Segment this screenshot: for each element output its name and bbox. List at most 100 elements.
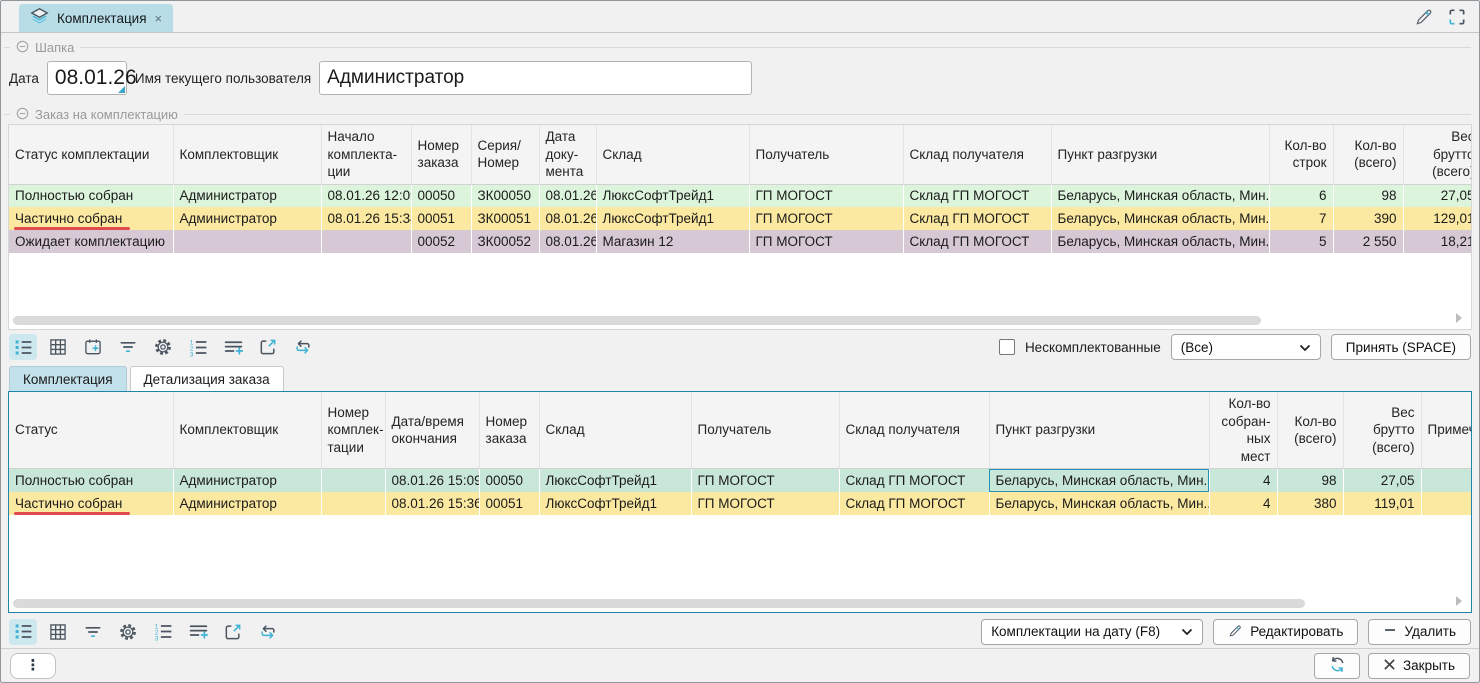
- settings-gear-icon[interactable]: [114, 619, 142, 645]
- layers-icon: [30, 8, 49, 28]
- edit-button[interactable]: Редактировать: [1213, 619, 1358, 645]
- cell-status[interactable]: Ожидает комплектацию: [9, 230, 173, 253]
- col-weight-total[interactable]: Вес брутто (всего): [1403, 125, 1472, 184]
- col-warehouse[interactable]: Склад: [539, 392, 691, 469]
- settings-gear-icon[interactable]: [149, 334, 177, 360]
- repeat-icon[interactable]: [254, 619, 282, 645]
- col-picker[interactable]: Комплектовщик: [173, 392, 321, 469]
- col-receiver[interactable]: Получатель: [749, 125, 903, 184]
- col-order-number[interactable]: Номер заказа: [411, 125, 471, 184]
- collapse-icon[interactable]: [16, 40, 29, 56]
- edit-pencil-icon[interactable]: [1414, 7, 1434, 32]
- list-view-icon[interactable]: [9, 334, 37, 360]
- col-receiver-warehouse[interactable]: Склад получателя: [903, 125, 1051, 184]
- horizontal-scrollbar[interactable]: [13, 599, 1305, 608]
- order-row-partially-assembled[interactable]: Частично собран Администратор 08.01.26 1…: [9, 207, 1472, 230]
- scroll-right-arrow[interactable]: [1456, 596, 1462, 606]
- document-tabstrip: Комплектация ×: [1, 1, 1479, 33]
- detail-tabstrip: Комплектация Детализация заказа: [1, 364, 1479, 391]
- list-view-icon[interactable]: [9, 619, 37, 645]
- col-receiver[interactable]: Получатель: [691, 392, 839, 469]
- section-title: Шапка: [35, 40, 74, 55]
- col-picking-number[interactable]: Номер комплек- тации: [321, 392, 385, 469]
- refresh-icon: [1328, 655, 1347, 677]
- chevron-down-icon: [1299, 340, 1311, 355]
- collapse-icon[interactable]: [16, 107, 29, 123]
- section-title: Заказ на комплектацию: [35, 107, 178, 122]
- numbered-list-icon[interactable]: 123: [184, 334, 212, 360]
- col-unload-point[interactable]: Пункт разгрузки: [989, 392, 1209, 469]
- col-weight-total[interactable]: Вес брутто (всего): [1343, 392, 1421, 469]
- cell-status[interactable]: Полностью собран: [9, 469, 173, 492]
- picking-table-container: Статус Комплектовщик Номер комплек- таци…: [8, 391, 1472, 613]
- fullscreen-icon[interactable]: [1447, 7, 1467, 32]
- more-actions-button[interactable]: ⋮: [10, 653, 56, 679]
- col-order-number[interactable]: Номер заказа: [479, 392, 539, 469]
- footer-bar: ⋮ Закрыть: [1, 648, 1479, 682]
- more-vertical-icon: ⋮: [26, 658, 41, 673]
- grid-view-icon[interactable]: [44, 619, 72, 645]
- numbered-list-icon[interactable]: 123: [149, 619, 177, 645]
- col-picker[interactable]: Комплектовщик: [173, 125, 321, 184]
- cell-status[interactable]: Частично собран: [9, 492, 173, 515]
- tab-title: Комплектация: [57, 11, 147, 26]
- calendar-add-icon[interactable]: [79, 334, 107, 360]
- grid-view-icon[interactable]: [44, 334, 72, 360]
- col-qty-total[interactable]: Кол-во (всего): [1333, 125, 1403, 184]
- col-doc-date[interactable]: Дата доку- мента: [539, 125, 596, 184]
- col-status[interactable]: Статус комплектации: [9, 125, 173, 184]
- uncompleted-checkbox[interactable]: [999, 339, 1015, 355]
- uncompleted-checkbox-label[interactable]: Нескомплектованные: [1025, 340, 1161, 355]
- order-row-fully-assembled[interactable]: Полностью собран Администратор 08.01.26 …: [9, 184, 1472, 207]
- col-receiver-warehouse[interactable]: Склад получателя: [839, 392, 989, 469]
- col-picking-start[interactable]: Начало комплекта- ции: [321, 125, 411, 184]
- filter-icon[interactable]: [79, 619, 107, 645]
- tab-komplektacia[interactable]: Комплектация ×: [19, 4, 173, 32]
- close-x-icon: [1383, 658, 1396, 674]
- add-row-icon[interactable]: [184, 619, 212, 645]
- open-external-icon[interactable]: [254, 334, 282, 360]
- order-section-label: Заказ на комплектацию: [1, 105, 1479, 124]
- col-series-number[interactable]: Серия/ Номер: [471, 125, 539, 184]
- user-label: Имя текущего пользователя: [135, 71, 311, 86]
- cell-status[interactable]: Полностью собран: [9, 184, 173, 207]
- header-section-label: Шапка: [1, 38, 1479, 57]
- col-status[interactable]: Статус: [9, 392, 173, 469]
- picking-row-fully-assembled[interactable]: Полностью собран Администратор 08.01.26 …: [9, 469, 1472, 492]
- svg-text:3: 3: [189, 351, 193, 357]
- repeat-icon[interactable]: [289, 334, 317, 360]
- col-warehouse[interactable]: Склад: [596, 125, 749, 184]
- col-line-count[interactable]: Кол-во строк: [1269, 125, 1333, 184]
- tab-close-icon[interactable]: ×: [155, 11, 163, 26]
- col-note[interactable]: Примечание: [1421, 392, 1472, 469]
- minus-icon: [1383, 623, 1397, 640]
- current-user-input[interactable]: Администратор: [319, 61, 752, 95]
- filter-select[interactable]: (Все): [1171, 334, 1321, 360]
- order-row-awaiting-picking[interactable]: Ожидает комплектацию 00052 ЗК00052 08.01…: [9, 230, 1472, 253]
- tab-order-details[interactable]: Детализация заказа: [130, 366, 284, 391]
- order-toolbar: 123 Нескомплектованные (Все) Принять (SP…: [1, 330, 1479, 364]
- picking-row-partially-assembled[interactable]: Частично собран Администратор 08.01.26 1…: [9, 492, 1472, 515]
- open-external-icon[interactable]: [219, 619, 247, 645]
- app-window: Комплектация × Шапка Дата 08.01.26 Имя т…: [0, 0, 1480, 683]
- delete-button[interactable]: Удалить: [1368, 619, 1471, 645]
- order-table: Статус комплектации Комплектовщик Начало…: [9, 125, 1472, 253]
- close-button[interactable]: Закрыть: [1368, 653, 1470, 679]
- col-assembled-places[interactable]: Кол-во собран- ных мест: [1209, 392, 1277, 469]
- date-label: Дата: [9, 71, 39, 86]
- filter-icon[interactable]: [114, 334, 142, 360]
- tab-picking[interactable]: Комплектация: [9, 366, 127, 391]
- picking-table: Статус Комплектовщик Номер комплек- таци…: [9, 392, 1472, 515]
- refresh-button[interactable]: [1314, 653, 1360, 679]
- date-input[interactable]: 08.01.26: [47, 61, 127, 95]
- scroll-right-arrow[interactable]: [1456, 313, 1462, 323]
- col-finish-datetime[interactable]: Дата/время окончания: [385, 392, 479, 469]
- picking-mode-select[interactable]: Комплектации на дату (F8): [981, 619, 1203, 645]
- horizontal-scrollbar[interactable]: [13, 316, 1261, 325]
- focused-cell[interactable]: Беларусь, Минская область, Мин...: [989, 469, 1209, 492]
- accept-button[interactable]: Принять (SPACE): [1331, 334, 1471, 360]
- col-qty-total[interactable]: Кол-во (всего): [1277, 392, 1343, 469]
- col-unload-point[interactable]: Пункт разгрузки: [1051, 125, 1269, 184]
- cell-status[interactable]: Частично собран: [9, 207, 173, 230]
- add-row-icon[interactable]: [219, 334, 247, 360]
